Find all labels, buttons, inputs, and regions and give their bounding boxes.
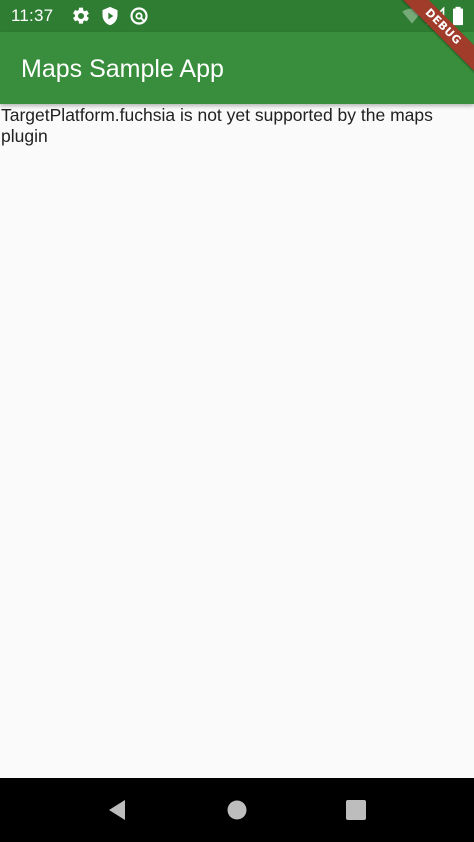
shield-play-icon [100,6,120,26]
navigation-bar [0,778,474,842]
unsupported-platform-message: TargetPlatform.fuchsia is not yet suppor… [1,105,433,146]
gear-icon [71,6,91,26]
no-disturb-icon [129,6,149,26]
battery-icon [451,6,471,26]
back-icon[interactable] [105,798,129,822]
status-bar: 11:37 [0,0,474,32]
status-time: 11:37 [11,6,54,25]
app-bar: Maps Sample App [0,32,474,104]
recents-icon[interactable] [344,798,368,822]
app-title: Maps Sample App [21,55,224,83]
home-icon[interactable] [225,798,249,822]
